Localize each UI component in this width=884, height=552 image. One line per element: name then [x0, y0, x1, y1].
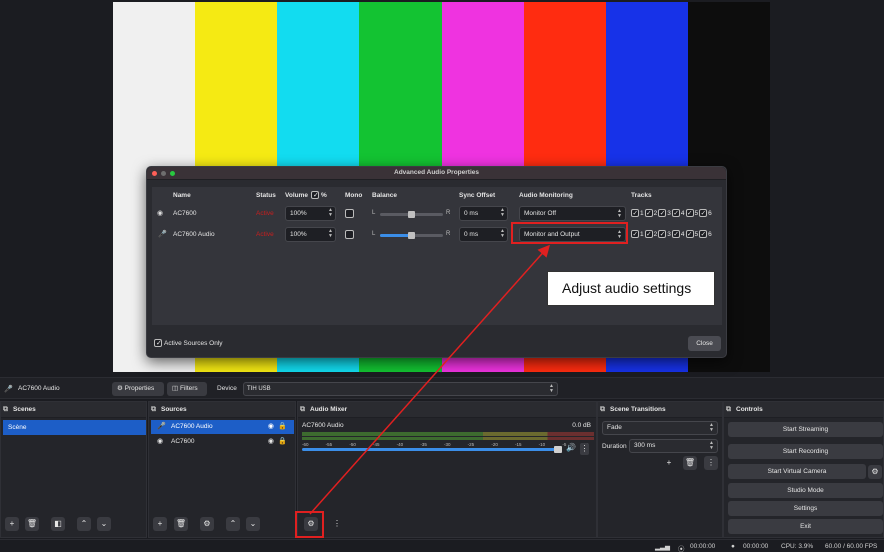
signal-icon: ▂▃▅: [655, 544, 670, 551]
streaming-icon: ⦿: [678, 546, 685, 552]
recording-time: 00:00:00: [743, 543, 769, 550]
stream-time: 00:00:00: [690, 543, 716, 550]
recording-icon: ●: [731, 543, 735, 550]
annotation-arrow: [309, 244, 550, 515]
fps-readout: 60.00 / 60.00 FPS: [825, 543, 878, 550]
cpu-usage: CPU: 3.9%: [781, 543, 814, 550]
status-bar: ▂▃▅ ⦿ 00:00:00 ● 00:00:00 CPU: 3.9% 60.0…: [0, 539, 884, 552]
